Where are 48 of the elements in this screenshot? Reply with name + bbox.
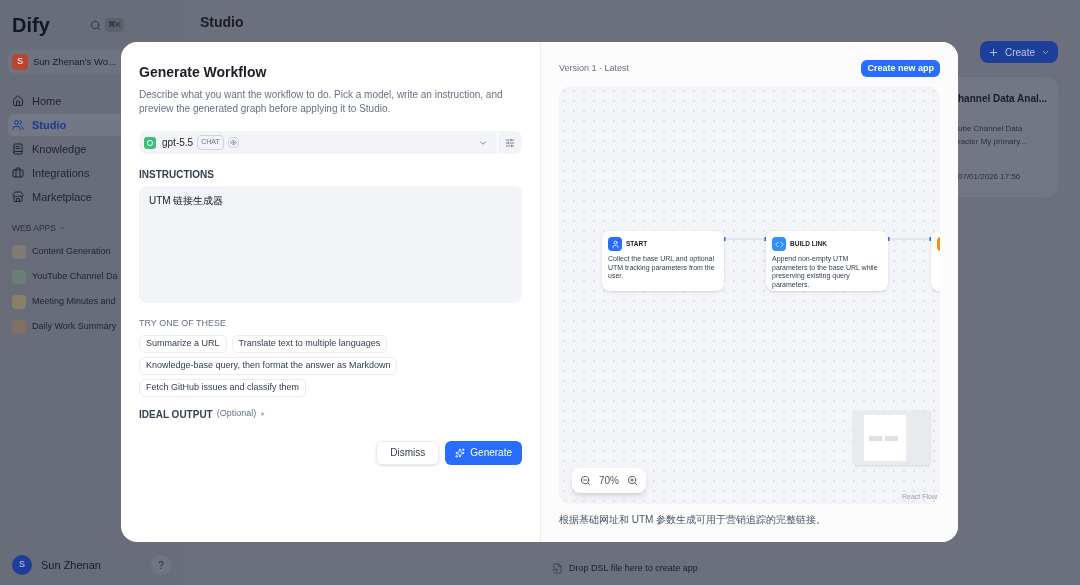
optional-hint: (Optional) (216, 407, 257, 421)
workflow-summary: 根据基础网址和 UTM 参数生成可用于营销追踪的完整链接。 (559, 513, 828, 527)
suggestion-chip[interactable]: Summarize a URL (139, 334, 227, 353)
card-description: racter My primary... (958, 136, 1028, 148)
generate-button[interactable]: Generate (445, 440, 522, 465)
suggestions-label: TRY ONE OF THESE (139, 317, 228, 330)
plus-icon (988, 46, 999, 58)
nav-icon (12, 167, 24, 179)
suggestion-chip[interactable]: Knowledge-base query, then format the answer as Markdown (139, 356, 398, 375)
zoom-out-icon[interactable] (580, 475, 591, 486)
settings-icon (505, 137, 515, 148)
suggestion-chip[interactable]: Translate text to multiple languages (231, 334, 388, 353)
create-new-app-button[interactable]: Create new app (861, 60, 940, 77)
ideal-output-label[interactable]: IDEAL OUTPUT (139, 406, 213, 422)
card-title: hannel Data Anal... (958, 92, 1049, 106)
caret-icon[interactable] (260, 411, 267, 417)
nav-icon (12, 191, 24, 203)
drop-hint: Drop DSL file here to create app (569, 561, 698, 575)
suggestion-chip[interactable]: Fetch GitHub issues and classify them (139, 378, 307, 397)
model-name: gpt-5.5 (162, 136, 194, 150)
node-icon (772, 237, 786, 251)
card-description: ube Channel Data (958, 123, 1024, 135)
user-name: Sun Zhenan (41, 557, 101, 573)
file-icon (552, 562, 563, 574)
logo: Dify (12, 13, 50, 38)
dismiss-button[interactable]: Dismiss (376, 440, 440, 465)
model-logo-icon (144, 136, 156, 149)
nav-icon (12, 95, 24, 107)
search-icon[interactable] (89, 19, 101, 31)
section-heading: WEB APPS (12, 222, 56, 235)
dialog-description: Describe what you want the workflow to do. Pick a model, write an instruction, and preview the generated graph before applying it to Studio. (139, 88, 504, 116)
sparkle-icon (455, 447, 466, 458)
nav-icon (12, 143, 24, 155)
user-avatar[interactable]: S (12, 555, 32, 575)
page-title: Studio (200, 13, 245, 32)
workspace-avatar: S (12, 54, 28, 70)
help-button[interactable]: ? (150, 555, 171, 575)
zoom-level: 70% (599, 474, 619, 488)
vision-tag-icon (227, 137, 239, 148)
create-button[interactable]: Create (980, 41, 1058, 63)
instructions-label: INSTRUCTIONS (139, 168, 215, 182)
instructions-field[interactable]: UTM 链接生成器 (139, 186, 522, 303)
zoom-in-icon[interactable] (627, 475, 638, 486)
workspace-name: Sun Zhenan's Wo... (33, 54, 116, 69)
card-date: 07/01/2026 17:56 (958, 171, 1022, 183)
node-icon (608, 237, 622, 251)
nav-icon (12, 119, 24, 131)
version-label: Version 1 · Latest (559, 61, 630, 75)
